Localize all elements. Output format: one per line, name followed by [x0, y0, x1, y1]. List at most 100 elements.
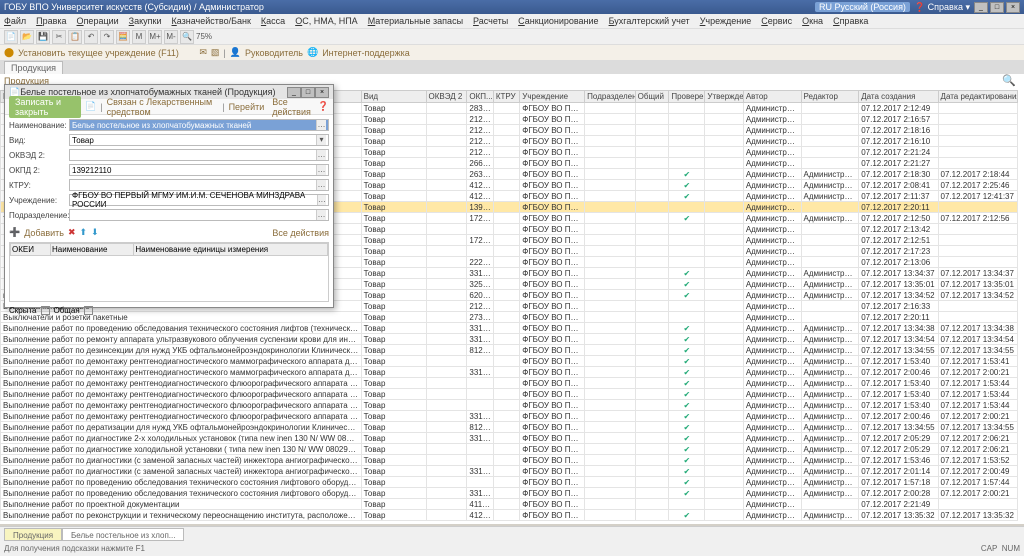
search-icon[interactable]: 🔍: [1002, 74, 1016, 87]
col-header[interactable]: Дата редактирования: [938, 91, 1017, 103]
table-row[interactable]: Выполнение работ по диагностике холодиль…: [1, 444, 1018, 455]
table-row[interactable]: Выполнение работ по реконструкции и техн…: [1, 510, 1018, 521]
statusbar: Продукция Белье постельное из хлоп... Дл…: [0, 526, 1024, 556]
help-link[interactable]: ❓ Справка ▾: [914, 2, 970, 13]
table-row[interactable]: Выполнение работ по дезинсекции для нужд…: [1, 345, 1018, 356]
menu-item[interactable]: Сервис: [761, 16, 792, 26]
tab-main[interactable]: Продукция: [4, 61, 63, 74]
titlebar: ГОБУ ВПО Университет искусств (Субсидии)…: [0, 0, 1024, 14]
menu-item[interactable]: Справка: [833, 16, 868, 26]
table-row[interactable]: Выполнение работ по демонтажу рентгеноди…: [1, 378, 1018, 389]
ktru-input[interactable]: …: [69, 179, 329, 191]
table-row[interactable]: Выполнение работ по проведению обследова…: [1, 488, 1018, 499]
menu-item[interactable]: Касса: [261, 16, 285, 26]
maximize-icon[interactable]: □: [990, 2, 1004, 13]
col-header[interactable]: Подразделение: [585, 91, 635, 103]
menu-item[interactable]: Бухгалтерский учет: [609, 16, 690, 26]
menu-item[interactable]: Окна: [802, 16, 823, 26]
menu-item[interactable]: Правка: [36, 16, 66, 26]
ruler-icon[interactable]: M: [132, 30, 146, 44]
table-row[interactable]: Выполнение работ по ремонту аппарата уль…: [1, 334, 1018, 345]
add-button[interactable]: Добавить: [24, 228, 64, 238]
app-title: ГОБУ ВПО Университет искусств (Субсидии)…: [4, 2, 264, 12]
menu-item[interactable]: ОС, НМА, НПА: [295, 16, 358, 26]
redo-icon[interactable]: ↷: [100, 30, 114, 44]
save-sml-button[interactable]: 📄: [85, 101, 96, 112]
calc-icon[interactable]: 🧮: [116, 30, 130, 44]
col-header[interactable]: Утвержден: [705, 91, 743, 103]
close-icon[interactable]: ×: [1006, 2, 1020, 13]
vid-input[interactable]: Товар▾: [69, 134, 329, 146]
zoom-icon[interactable]: 🔍: [180, 30, 194, 44]
cap-indicator: CAP: [981, 544, 997, 553]
dlg-close-icon[interactable]: ×: [315, 87, 329, 98]
status-tab-1[interactable]: Продукция: [4, 528, 62, 541]
open-icon[interactable]: 📂: [20, 30, 34, 44]
save-button[interactable]: Записать и закрыть: [9, 96, 81, 118]
m-plus-icon[interactable]: M+: [148, 30, 162, 44]
link-go[interactable]: Перейти: [229, 102, 265, 112]
cut-icon[interactable]: ✂: [52, 30, 66, 44]
menu-item[interactable]: Санкционирование: [518, 16, 598, 26]
table-row[interactable]: Выполнение работ по демонтажу рентгеноди…: [1, 400, 1018, 411]
uch-input[interactable]: ФГБОУ ВО ПЕРВЫЙ МГМУ ИМ.И.М. СЕЧЕНОВА МИ…: [69, 194, 329, 206]
col-header[interactable]: Редактор: [801, 91, 859, 103]
menu-item[interactable]: Материальные запасы: [368, 16, 463, 26]
table-row[interactable]: Выполнение работ по проведению обследова…: [1, 323, 1018, 334]
hidden-checkbox[interactable]: [41, 306, 50, 315]
okpd-input[interactable]: 139212110…: [69, 164, 329, 176]
menu-item[interactable]: Казначейство/Банк: [172, 16, 251, 26]
table-row[interactable]: Выполнение работ по дератизации для нужд…: [1, 422, 1018, 433]
m-minus-icon[interactable]: M-: [164, 30, 178, 44]
col-header[interactable]: Проверен: [669, 91, 705, 103]
col-header[interactable]: Учреждение: [520, 91, 585, 103]
dlg-subgrid[interactable]: ОКЕИНаименованиеНаименование единицы изм…: [9, 242, 329, 302]
table-row[interactable]: Выполнение работ по диагностики (с замен…: [1, 455, 1018, 466]
table-row[interactable]: Выполнение работ по проведению обследова…: [1, 477, 1018, 488]
set-org-link[interactable]: Установить текущее учреждение (F11): [18, 48, 179, 58]
table-row[interactable]: Выполнение работ по демонтажу рентгеноди…: [1, 367, 1018, 378]
tabbar: Продукция: [0, 60, 1024, 74]
status-tab-2[interactable]: Белье постельное из хлоп...: [62, 528, 184, 541]
menu-item[interactable]: Операции: [77, 16, 119, 26]
table-row[interactable]: Выполнение работ по демонтажу рентгеноди…: [1, 356, 1018, 367]
undo-icon[interactable]: ↶: [84, 30, 98, 44]
all-actions-2[interactable]: Все действия: [272, 228, 329, 238]
zoom-value[interactable]: 75%: [196, 32, 212, 41]
col-header[interactable]: КТРУ: [493, 91, 519, 103]
col-header[interactable]: Общий: [635, 91, 669, 103]
col-header[interactable]: ОКВЭД 2: [426, 91, 467, 103]
del-icon[interactable]: ✖: [68, 227, 76, 238]
col-header[interactable]: Дата создания: [859, 91, 938, 103]
table-row[interactable]: Выполнение работ по диагностике 2-х холо…: [1, 433, 1018, 444]
col-header[interactable]: ОКП...: [467, 91, 493, 103]
support-link[interactable]: Интернет-поддержка: [322, 48, 410, 58]
pod-input[interactable]: …: [69, 209, 329, 221]
ruk-link[interactable]: Руководитель: [245, 48, 303, 58]
menu-item[interactable]: Файл: [4, 16, 26, 26]
help-icon[interactable]: ❓: [318, 101, 329, 112]
name-input[interactable]: Белье постельное из хлопчатобумажных тка…: [69, 119, 329, 131]
table-row[interactable]: Выполнение работ по проектной документац…: [1, 499, 1018, 510]
col-header[interactable]: Автор: [743, 91, 801, 103]
link-med[interactable]: Связан с Лекарственным средством: [107, 97, 219, 117]
dialog: 📄 Белье постельное из хлопчатобумажных т…: [4, 84, 334, 308]
table-row[interactable]: Выполнение работ по диагностики (с замен…: [1, 466, 1018, 477]
table-row[interactable]: Выполнение работ по демонтажу рентгеноди…: [1, 411, 1018, 422]
menu-item[interactable]: Учреждение: [700, 16, 752, 26]
col-header[interactable]: Вид: [361, 91, 426, 103]
minimize-icon[interactable]: _: [974, 2, 988, 13]
copy-icon[interactable]: 📋: [68, 30, 82, 44]
save-icon[interactable]: 💾: [36, 30, 50, 44]
down-icon[interactable]: ⬇: [91, 227, 99, 238]
up-icon[interactable]: ⬆: [80, 227, 88, 238]
menu-item[interactable]: Закупки: [129, 16, 162, 26]
all-actions[interactable]: Все действия: [272, 97, 314, 117]
new-icon[interactable]: 📄: [4, 30, 18, 44]
menu-item[interactable]: Расчеты: [473, 16, 508, 26]
okved-input[interactable]: …: [69, 149, 329, 161]
lang-selector[interactable]: RU Русский (Россия): [815, 2, 910, 12]
add-icon[interactable]: ➕: [9, 227, 20, 238]
table-row[interactable]: Выполнение работ по демонтажу рентгеноди…: [1, 389, 1018, 400]
common-checkbox[interactable]: [84, 306, 93, 315]
